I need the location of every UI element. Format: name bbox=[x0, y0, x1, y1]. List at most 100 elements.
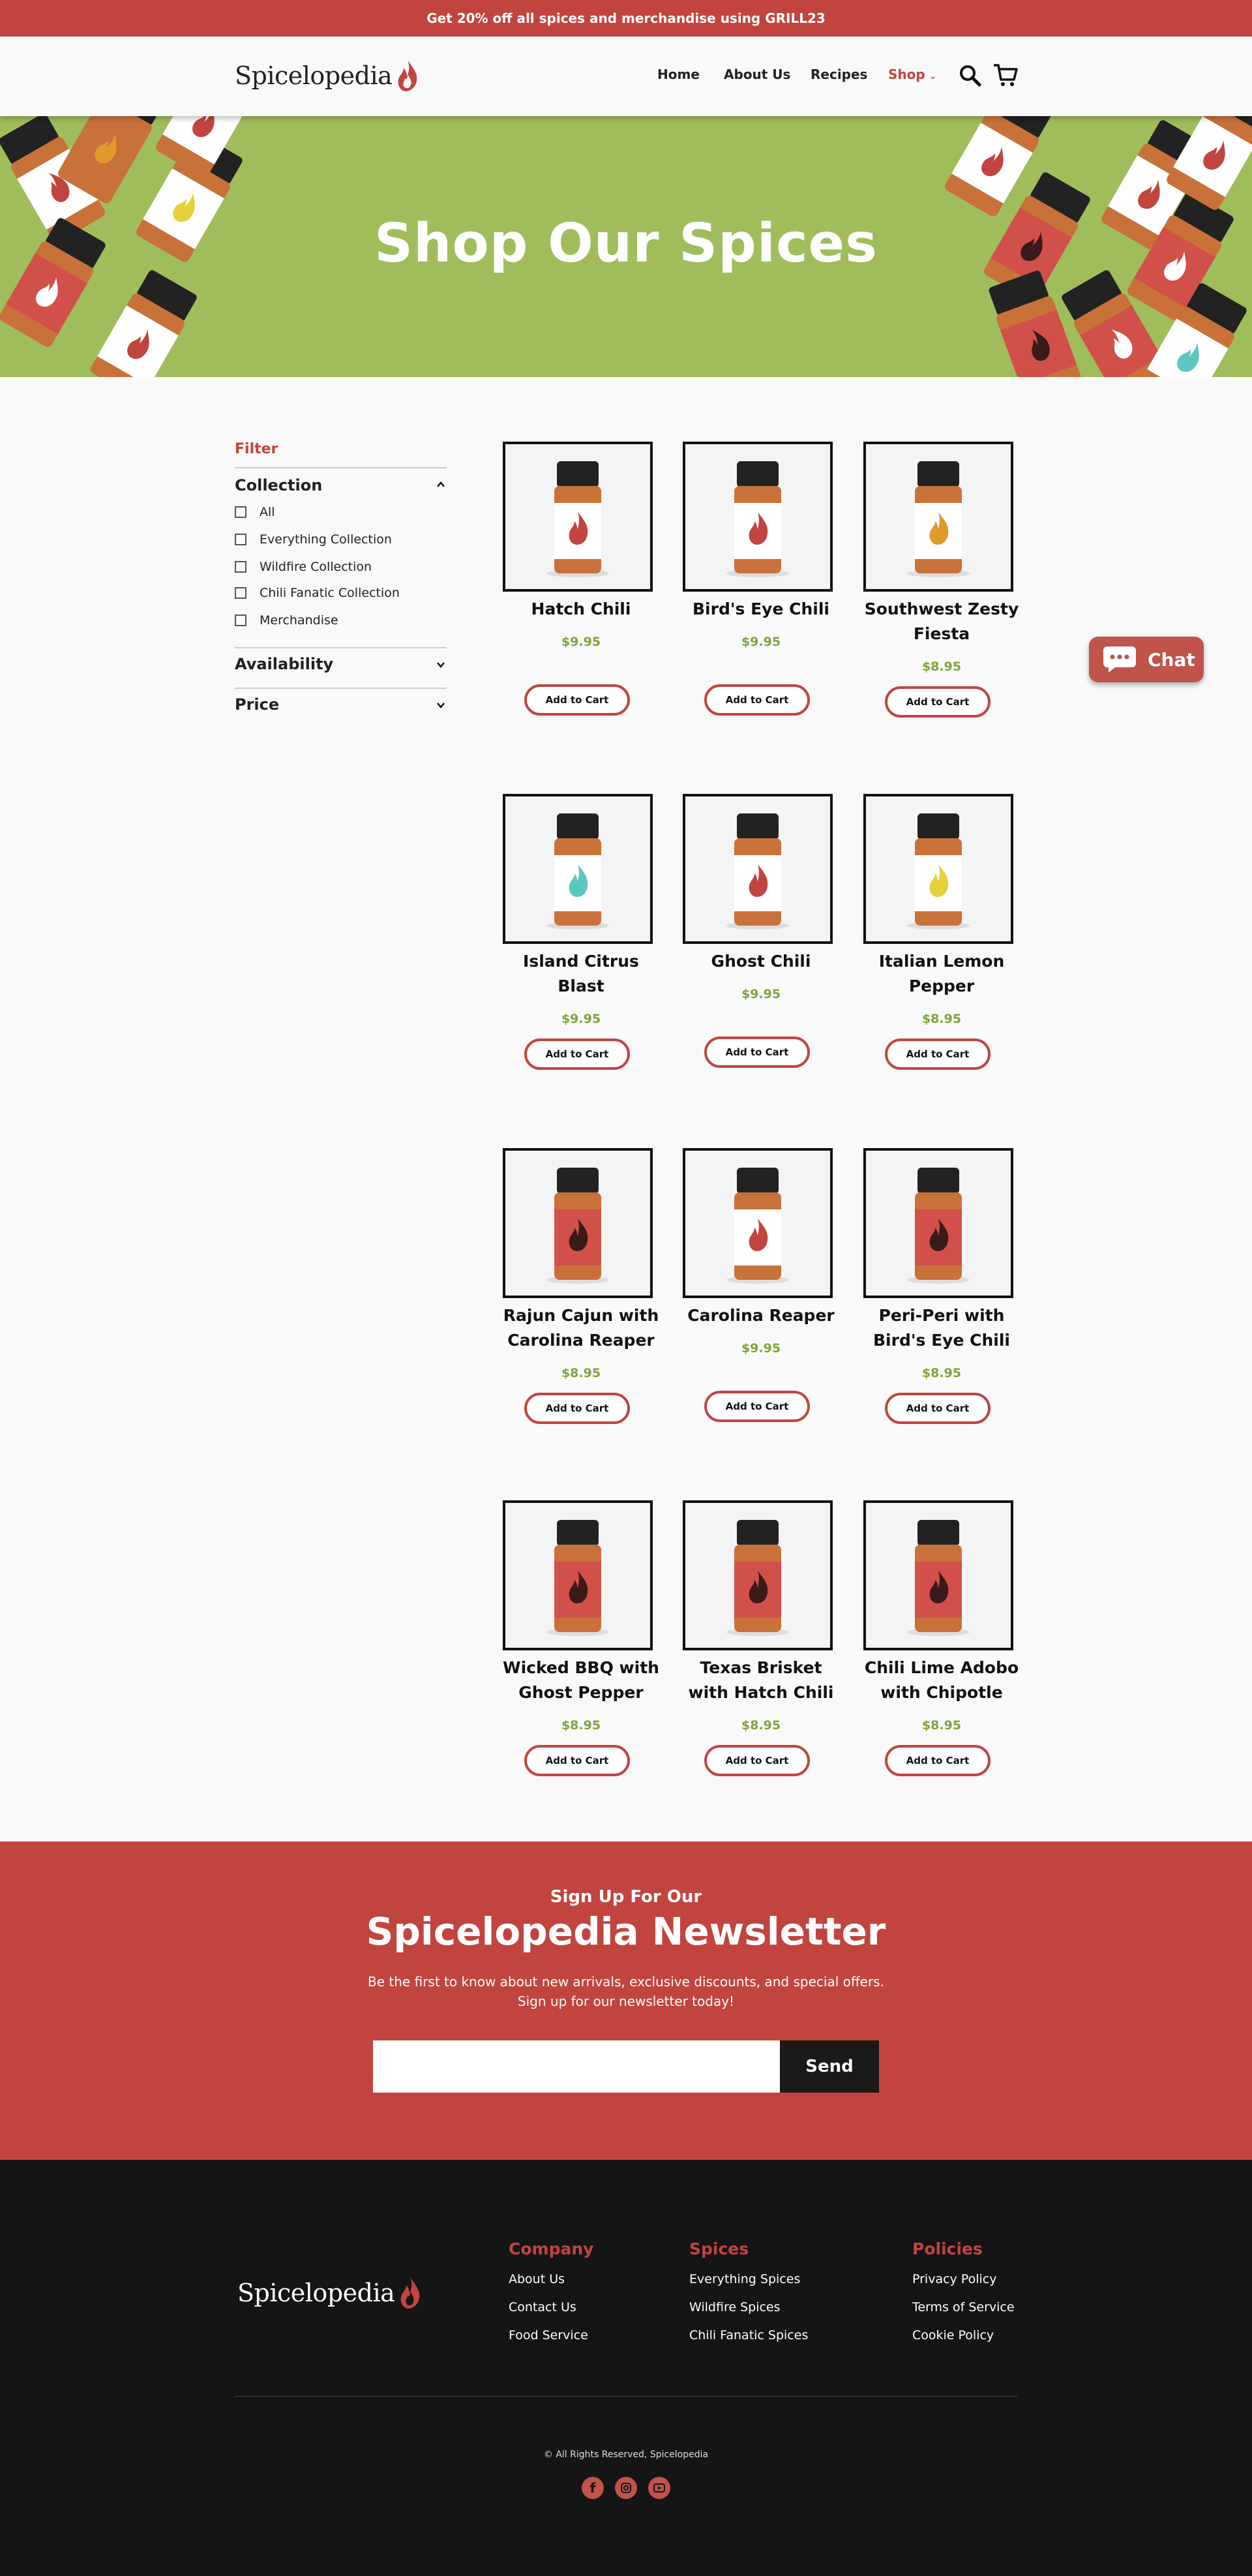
product-price: $8.95 bbox=[561, 1366, 601, 1380]
add-to-cart-button[interactable]: Add to Cart bbox=[885, 1393, 991, 1424]
product-image[interactable] bbox=[503, 794, 653, 944]
flame-logo-icon bbox=[400, 2277, 420, 2309]
product-name[interactable]: Wicked BBQ with Ghost Pepper bbox=[503, 1656, 659, 1705]
filter-option-label: Everything Collection bbox=[260, 532, 392, 547]
add-to-cart-button[interactable]: Add to Cart bbox=[524, 684, 630, 716]
checkbox[interactable] bbox=[235, 561, 246, 573]
filter-option-merchandise[interactable]: Merchandise bbox=[235, 613, 338, 628]
availability-toggle[interactable]: Availability bbox=[235, 655, 447, 673]
footer-link-privacy-policy[interactable]: Privacy Policy bbox=[912, 2272, 996, 2286]
cart-icon[interactable] bbox=[992, 63, 1019, 89]
instagram-icon[interactable] bbox=[615, 2477, 637, 2499]
product-name[interactable]: Hatch Chili bbox=[503, 597, 659, 622]
footer-link-food-service[interactable]: Food Service bbox=[509, 2328, 588, 2342]
checkbox[interactable] bbox=[235, 587, 246, 599]
footer-link-cookie-policy[interactable]: Cookie Policy bbox=[912, 2328, 994, 2342]
spice-jar-icon bbox=[726, 813, 789, 930]
product-name[interactable]: Texas Brisket with Hatch Chili bbox=[683, 1656, 839, 1705]
product-image[interactable] bbox=[503, 1500, 653, 1650]
add-to-cart-button[interactable]: Add to Cart bbox=[885, 1745, 991, 1776]
spice-jar-icon bbox=[726, 1168, 789, 1284]
add-to-cart-button[interactable]: Add to Cart bbox=[704, 1745, 810, 1776]
product-image[interactable] bbox=[503, 442, 653, 592]
header-logo[interactable]: Spicelopedia bbox=[235, 59, 419, 93]
nav-recipes[interactable]: Recipes bbox=[811, 67, 867, 82]
filter-option-label: Merchandise bbox=[260, 613, 338, 628]
footer-link-chili-fanatic-spices[interactable]: Chili Fanatic Spices bbox=[689, 2328, 808, 2342]
spice-jar-icon bbox=[907, 1520, 970, 1636]
product-name[interactable]: Southwest Zesty Fiesta bbox=[863, 597, 1020, 646]
checkbox[interactable] bbox=[235, 506, 246, 518]
product-price: $8.95 bbox=[921, 1012, 962, 1026]
product-name[interactable]: Island Citrus Blast bbox=[503, 949, 659, 999]
footer-link-contact-us[interactable]: Contact Us bbox=[509, 2300, 576, 2314]
newsletter-email-input[interactable] bbox=[373, 2040, 780, 2093]
filter-option-everything[interactable]: Everything Collection bbox=[235, 532, 392, 547]
collection-toggle[interactable]: Collection bbox=[235, 476, 447, 494]
facebook-icon[interactable]: f bbox=[582, 2477, 604, 2499]
footer-logo[interactable]: Spicelopedia bbox=[237, 2276, 422, 2310]
filter-title: Filter bbox=[235, 441, 278, 457]
product-image[interactable] bbox=[503, 1148, 653, 1298]
promo-text: Get 20% off all spices and merchandise u… bbox=[426, 10, 826, 26]
footer-link-terms-of-service[interactable]: Terms of Service bbox=[912, 2300, 1015, 2314]
spice-jar-icon bbox=[989, 270, 1081, 377]
spice-jar-icon bbox=[907, 813, 970, 930]
add-to-cart-button[interactable]: Add to Cart bbox=[704, 684, 810, 716]
footer-link-about-us[interactable]: About Us bbox=[509, 2272, 565, 2286]
search-icon[interactable] bbox=[959, 64, 982, 87]
product-name[interactable]: Rajun Cajun with Carolina Reaper bbox=[503, 1303, 659, 1353]
footer-company-title: Company bbox=[509, 2239, 594, 2258]
chevron-up-icon bbox=[437, 481, 445, 487]
newsletter-body: Be the first to know about new arrivals,… bbox=[368, 1974, 884, 2009]
product-price: $8.95 bbox=[921, 1366, 962, 1380]
product-image[interactable] bbox=[863, 1500, 1013, 1650]
newsletter-send-button[interactable]: Send bbox=[780, 2040, 879, 2093]
product-image[interactable] bbox=[863, 794, 1013, 944]
product-image[interactable] bbox=[683, 794, 833, 944]
add-to-cart-button[interactable]: Add to Cart bbox=[524, 1038, 630, 1070]
add-to-cart-button[interactable]: Add to Cart bbox=[524, 1393, 630, 1424]
checkbox[interactable] bbox=[235, 614, 246, 626]
footer-link-everything-spices[interactable]: Everything Spices bbox=[689, 2272, 800, 2286]
product-price: $9.95 bbox=[561, 1012, 601, 1026]
hero-banner: Shop Our Spices bbox=[0, 116, 1252, 377]
youtube-icon[interactable] bbox=[648, 2477, 670, 2499]
spice-jar-icon bbox=[156, 116, 250, 177]
footer-logo-text: Spicelopedia bbox=[237, 2279, 395, 2307]
product-name[interactable]: Carolina Reaper bbox=[683, 1303, 839, 1328]
divider bbox=[235, 647, 447, 648]
add-to-cart-button[interactable]: Add to Cart bbox=[524, 1745, 630, 1776]
filter-option-all[interactable]: All bbox=[235, 505, 275, 519]
add-to-cart-button[interactable]: Add to Cart bbox=[885, 1038, 991, 1070]
footer-link-wildfire-spices[interactable]: Wildfire Spices bbox=[689, 2300, 781, 2314]
add-to-cart-button[interactable]: Add to Cart bbox=[704, 1037, 810, 1068]
product-image[interactable] bbox=[683, 1148, 833, 1298]
price-toggle[interactable]: Price bbox=[235, 695, 447, 714]
nav-shop[interactable]: Shop ⌄ bbox=[888, 67, 936, 82]
product-name[interactable]: Bird's Eye Chili bbox=[683, 597, 839, 622]
product-image[interactable] bbox=[683, 442, 833, 592]
product-image[interactable] bbox=[863, 442, 1013, 592]
add-to-cart-button[interactable]: Add to Cart bbox=[885, 686, 991, 718]
product-image[interactable] bbox=[863, 1148, 1013, 1298]
filter-option-wildfire[interactable]: Wildfire Collection bbox=[235, 560, 372, 574]
youtube-glyph bbox=[653, 2483, 665, 2493]
nav-home[interactable]: Home bbox=[657, 67, 700, 82]
product-name[interactable]: Italian Lemon Pepper bbox=[863, 949, 1020, 999]
chat-button[interactable]: Chat bbox=[1089, 637, 1204, 682]
availability-title: Availability bbox=[235, 655, 334, 673]
nav-about-us[interactable]: About Us bbox=[724, 67, 790, 82]
filter-option-label: Chili Fanatic Collection bbox=[260, 586, 400, 600]
nav-shop-label: Shop bbox=[888, 67, 925, 82]
filter-option-chili-fanatic[interactable]: Chili Fanatic Collection bbox=[235, 586, 400, 600]
product-name[interactable]: Ghost Chili bbox=[683, 949, 839, 974]
chevron-down-icon: ⌄ bbox=[929, 71, 937, 82]
product-name[interactable]: Chili Lime Adobo with Chipotle bbox=[863, 1656, 1020, 1705]
checkbox[interactable] bbox=[235, 534, 246, 545]
product-name[interactable]: Peri-Peri with Bird's Eye Chili bbox=[863, 1303, 1020, 1353]
spice-jar-icon bbox=[546, 1520, 609, 1636]
add-to-cart-button[interactable]: Add to Cart bbox=[704, 1391, 810, 1422]
chat-label: Chat bbox=[1148, 648, 1195, 671]
product-image[interactable] bbox=[683, 1500, 833, 1650]
